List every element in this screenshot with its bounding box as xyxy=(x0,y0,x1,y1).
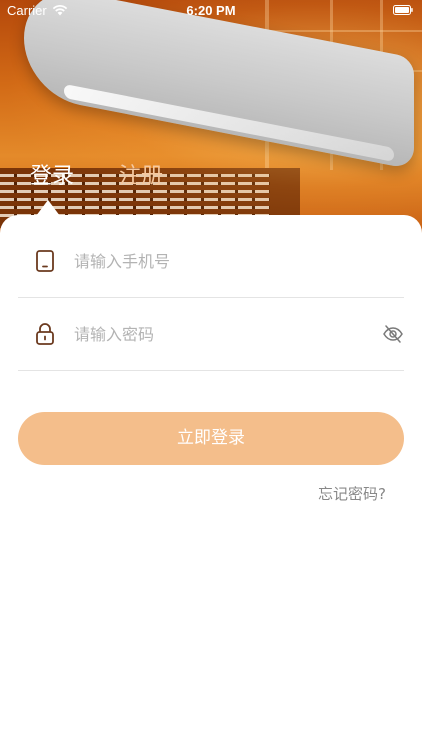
eye-slash-icon[interactable] xyxy=(382,323,404,345)
phone-icon xyxy=(36,250,54,272)
battery-icon xyxy=(393,5,413,15)
login-submit-button[interactable]: 立即登录 xyxy=(18,412,404,465)
lock-icon xyxy=(36,323,54,345)
phone-input[interactable] xyxy=(74,247,354,275)
tab-register[interactable]: 注册 xyxy=(119,158,163,190)
password-field xyxy=(18,298,404,371)
phone-field xyxy=(18,225,404,298)
tab-login[interactable]: 登录 xyxy=(30,158,74,190)
clock-time: 6:20 PM xyxy=(186,3,236,18)
active-tab-indicator xyxy=(36,200,60,216)
hero-background-photo xyxy=(0,0,422,240)
password-input[interactable] xyxy=(74,320,354,348)
forgot-password-link[interactable]: 忘记密码? xyxy=(318,483,386,504)
status-bar: Carrier 6:20 PM xyxy=(0,0,422,22)
login-screen: Carrier 6:20 PM 登录 注册 请输入手机号 立即登录 忘记密码? xyxy=(0,0,422,750)
login-form-card: 立即登录 忘记密码? xyxy=(0,215,422,750)
